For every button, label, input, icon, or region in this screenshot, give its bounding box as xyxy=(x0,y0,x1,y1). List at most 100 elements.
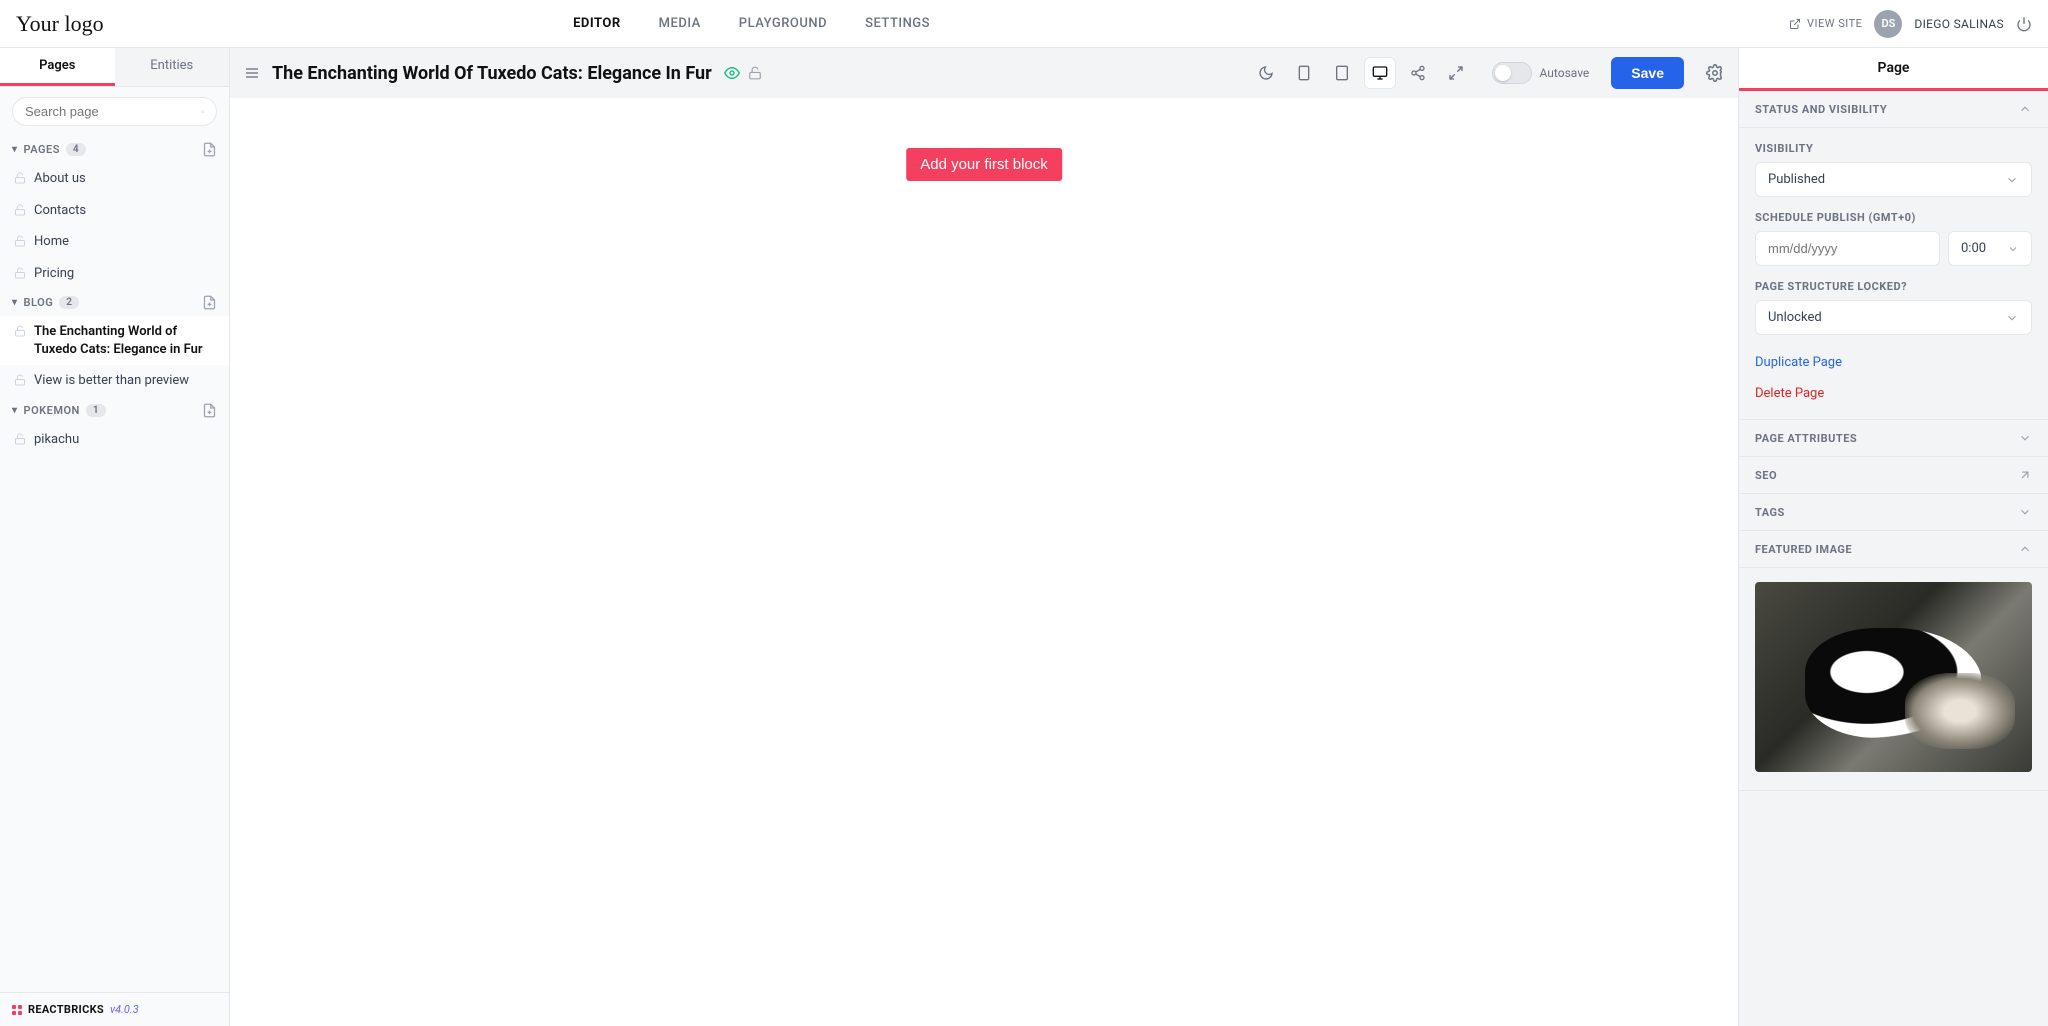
sidebar-right: Page STATUS AND VISIBILITY VISIBILITY Pu… xyxy=(1738,48,2048,1026)
unlock-icon xyxy=(14,235,26,247)
section-featured-header[interactable]: FEATURED IMAGE xyxy=(1739,531,2048,568)
chevron-up-icon xyxy=(2018,542,2032,556)
top-nav: EDITOR MEDIA PLAYGROUND SETTINGS xyxy=(573,16,930,31)
page-label: View is better than preview xyxy=(34,372,189,390)
page-label: Pricing xyxy=(34,265,74,283)
topbar: Your logo EDITOR MEDIA PLAYGROUND SETTIN… xyxy=(0,0,2048,48)
page-header: The Enchanting World Of Tuxedo Cats: Ele… xyxy=(230,48,1738,98)
chevron-down-icon: ▾ xyxy=(12,297,18,308)
save-button[interactable]: Save xyxy=(1611,57,1684,89)
lock-select[interactable]: Unlocked xyxy=(1755,300,2032,335)
section-status-label: STATUS AND VISIBILITY xyxy=(1755,103,1887,116)
page-item-contacts[interactable]: Contacts xyxy=(0,195,229,227)
unlock-icon xyxy=(748,66,762,80)
group-blog-count: 2 xyxy=(59,296,79,309)
group-pages-header[interactable]: ▾ PAGES 4 xyxy=(0,136,229,163)
group-pokemon-label: POKEMON xyxy=(24,404,80,417)
page-item-pikachu[interactable]: pikachu xyxy=(0,424,229,456)
schedule-date-input[interactable] xyxy=(1755,231,1940,266)
view-site-link[interactable]: VIEW SITE xyxy=(1789,17,1862,30)
add-page-button[interactable] xyxy=(202,142,217,157)
group-pokemon-header[interactable]: ▾ POKEMON 1 xyxy=(0,397,229,424)
search-input-wrap[interactable] xyxy=(12,97,217,126)
page-label: The Enchanting World of Tuxedo Cats: Ele… xyxy=(34,323,217,358)
delete-page-link[interactable]: Delete Page xyxy=(1755,386,2032,401)
page-label: Contacts xyxy=(34,202,86,220)
autosave-toggle[interactable] xyxy=(1492,62,1532,84)
search-input[interactable] xyxy=(25,104,201,119)
section-featured-label: FEATURED IMAGE xyxy=(1755,543,1852,556)
add-pokemon-button[interactable] xyxy=(202,403,217,418)
power-icon xyxy=(2016,16,2032,32)
section-attributes-header[interactable]: PAGE ATTRIBUTES xyxy=(1739,420,2048,457)
right-tab-page[interactable]: Page xyxy=(1739,48,2048,88)
add-blog-button[interactable] xyxy=(202,295,217,310)
file-plus-icon xyxy=(202,142,217,157)
unlock-icon xyxy=(14,172,26,184)
page-item-view-better[interactable]: View is better than preview xyxy=(0,365,229,397)
page-item-about[interactable]: About us xyxy=(0,163,229,195)
tab-pages[interactable]: Pages xyxy=(0,48,115,86)
nav-settings[interactable]: SETTINGS xyxy=(865,16,930,31)
autosave-label: Autosave xyxy=(1540,66,1590,80)
brand-name: REACTBRICKS xyxy=(28,1003,104,1016)
brand-version: v4.0.3 xyxy=(110,1003,139,1016)
sidebar-toggle[interactable] xyxy=(244,65,260,81)
nav-playground[interactable]: PLAYGROUND xyxy=(739,16,827,31)
username: DIEGO SALINAS xyxy=(1914,17,2004,31)
chevron-down-icon: ▾ xyxy=(12,144,18,155)
settings-button[interactable] xyxy=(1706,64,1724,82)
gear-icon xyxy=(1706,64,1724,82)
group-blog-header[interactable]: ▾ BLOG 2 xyxy=(0,289,229,316)
visibility-label: VISIBILITY xyxy=(1755,142,2032,155)
chevron-up-icon xyxy=(2018,102,2032,116)
chevron-down-icon xyxy=(2018,431,2032,445)
nav-media[interactable]: MEDIA xyxy=(659,16,701,31)
page-title: The Enchanting World Of Tuxedo Cats: Ele… xyxy=(272,63,712,84)
chevron-down-icon xyxy=(2007,243,2019,255)
group-pages-count: 4 xyxy=(66,143,86,156)
visibility-select[interactable]: Published xyxy=(1755,162,2032,197)
group-blog-label: BLOG xyxy=(24,296,54,309)
section-tags-header[interactable]: TAGS xyxy=(1739,494,2048,531)
cat-image-icon xyxy=(1755,582,2032,772)
moon-icon xyxy=(1258,65,1274,81)
monitor-icon xyxy=(1372,65,1388,81)
search-icon xyxy=(201,104,204,119)
nav-editor[interactable]: EDITOR xyxy=(573,16,621,31)
tab-entities[interactable]: Entities xyxy=(115,48,230,86)
tablet-icon xyxy=(1334,65,1350,81)
section-status-header[interactable]: STATUS AND VISIBILITY xyxy=(1739,91,2048,128)
unlock-icon xyxy=(14,433,26,445)
device-tablet[interactable] xyxy=(1326,57,1358,89)
duplicate-page-link[interactable]: Duplicate Page xyxy=(1755,355,2032,370)
page-item-tuxedo-cats[interactable]: The Enchanting World of Tuxedo Cats: Ele… xyxy=(0,316,229,365)
add-first-block-button[interactable]: Add your first block xyxy=(906,148,1062,181)
schedule-time-select[interactable]: 0:00 xyxy=(1948,231,2032,266)
featured-image[interactable] xyxy=(1755,582,2032,772)
section-seo-label: SEO xyxy=(1755,469,1777,482)
unlock-icon xyxy=(14,325,26,337)
avatar[interactable]: DS xyxy=(1874,10,1902,38)
section-seo-header[interactable]: SEO xyxy=(1739,457,2048,494)
page-label: pikachu xyxy=(34,431,79,449)
schedule-label: SCHEDULE PUBLISH (GMT+0) xyxy=(1755,211,2032,224)
device-mobile[interactable] xyxy=(1288,57,1320,89)
sidebar-left: Pages Entities ▾ PAGES 4 About u xyxy=(0,48,230,1026)
logout-button[interactable] xyxy=(2016,16,2032,32)
unlock-icon xyxy=(14,267,26,279)
page-item-pricing[interactable]: Pricing xyxy=(0,258,229,290)
fullscreen-button[interactable] xyxy=(1440,57,1472,89)
dark-mode-toggle[interactable] xyxy=(1250,57,1282,89)
chevron-down-icon xyxy=(2018,505,2032,519)
device-desktop[interactable] xyxy=(1364,57,1396,89)
view-site-label: VIEW SITE xyxy=(1807,17,1862,30)
canvas[interactable]: Add your first block xyxy=(230,98,1738,1026)
page-item-home[interactable]: Home xyxy=(0,226,229,258)
eye-icon xyxy=(724,65,740,81)
unlock-icon xyxy=(14,374,26,386)
section-featured-body xyxy=(1739,568,2048,791)
share-button[interactable] xyxy=(1402,57,1434,89)
brand-icon xyxy=(12,1005,22,1015)
page-label: Home xyxy=(34,233,69,251)
